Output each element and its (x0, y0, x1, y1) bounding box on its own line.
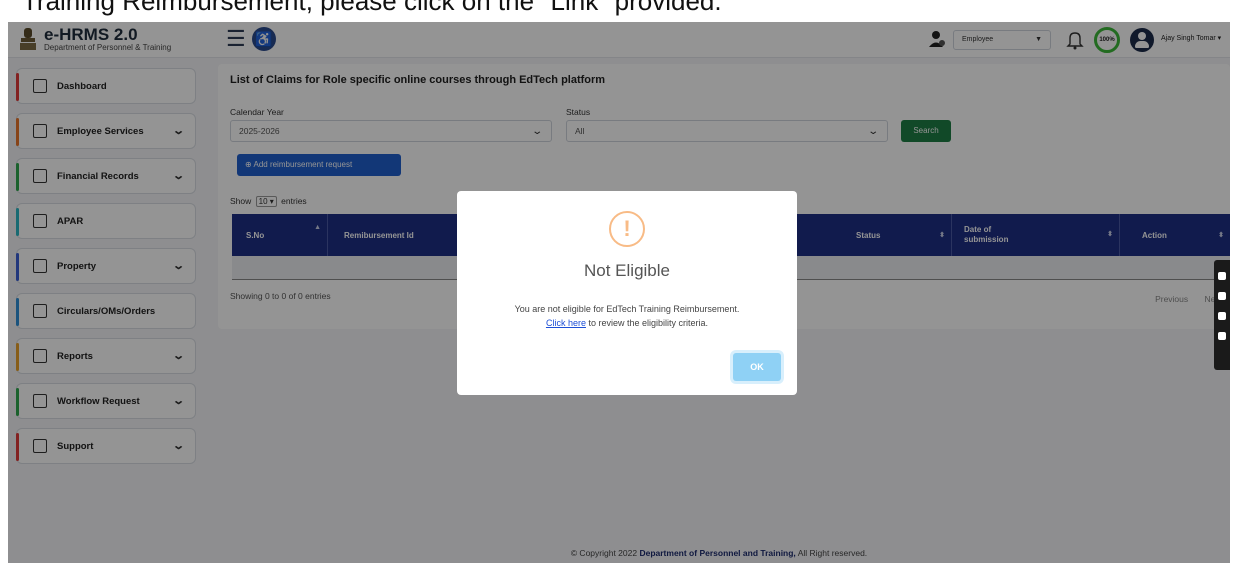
ok-button[interactable]: OK (733, 353, 781, 381)
not-eligible-dialog: ! Not Eligible You are not eligible for … (457, 191, 797, 395)
dialog-message: You are not eligible for EdTech Training… (457, 302, 797, 330)
dialog-link-line: Click here to review the eligibility cri… (457, 316, 797, 330)
floating-toolbar (1214, 260, 1230, 370)
dialog-title: Not Eligible (584, 261, 670, 280)
page-caption: Training Reimbursement, please click on … (22, 0, 722, 16)
gear-icon[interactable] (1218, 332, 1226, 340)
warning-icon: ! (609, 211, 645, 247)
eligibility-criteria-link[interactable]: Click here (546, 318, 586, 328)
dialog-message-line: You are not eligible for EdTech Training… (514, 304, 740, 314)
dialog-link-suffix: to review the eligibility criteria. (588, 318, 709, 328)
copy-icon[interactable] (1218, 312, 1226, 320)
camera-icon[interactable] (1218, 272, 1226, 280)
video-icon[interactable] (1218, 292, 1226, 300)
